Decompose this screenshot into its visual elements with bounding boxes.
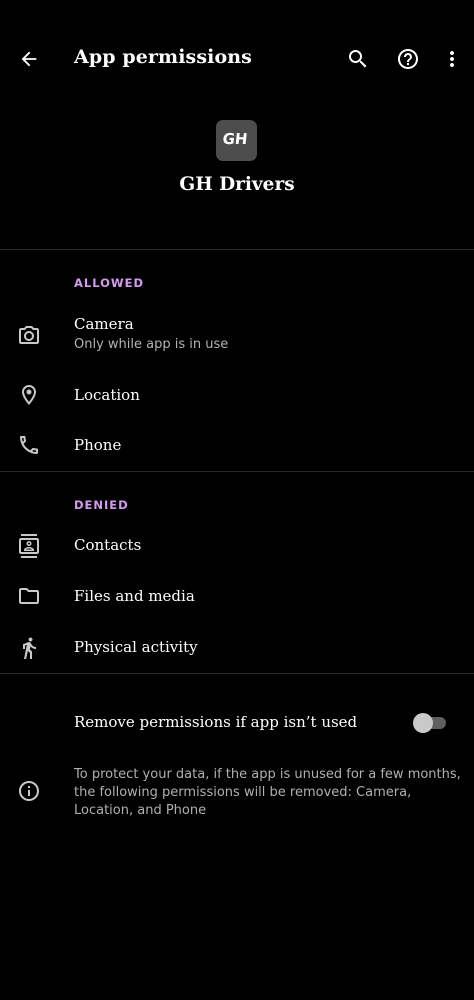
toggle-thumb [413, 713, 433, 733]
permission-title: Phone [74, 436, 122, 454]
remove-permissions-toggle[interactable] [413, 712, 447, 734]
arrow-back-icon[interactable] [13, 43, 45, 75]
permission-title: Location [74, 386, 140, 404]
divider [0, 471, 474, 472]
app-bar: App permissions [0, 0, 474, 120]
location-icon [15, 381, 43, 409]
permission-row-phone[interactable]: Phone [0, 422, 474, 472]
search-icon[interactable] [342, 43, 374, 75]
remove-permissions-label: Remove permissions if app isn’t used [74, 713, 358, 731]
remove-permissions-row[interactable]: Remove permissions if app isn’t used [0, 698, 474, 748]
app-header: GH GH Drivers [0, 118, 474, 248]
permission-title: Files and media [74, 587, 195, 605]
svg-text:GH: GH [222, 130, 248, 148]
app-name: GH Drivers [179, 174, 295, 195]
permission-title: Physical activity [74, 638, 198, 656]
divider [0, 249, 474, 250]
page-title: App permissions [74, 46, 252, 68]
permission-row-contacts[interactable]: Contacts [0, 522, 474, 572]
info-text: To protect your data, if the app is unus… [74, 767, 461, 818]
help-icon[interactable] [392, 43, 424, 75]
permission-row-location[interactable]: Location [0, 372, 474, 422]
permission-title: Contacts [74, 536, 142, 554]
phone-icon [15, 431, 43, 459]
camera-icon [15, 321, 43, 349]
walking-icon [15, 634, 43, 662]
divider [0, 673, 474, 674]
info-icon [15, 777, 43, 805]
permission-row-camera[interactable]: Camera Only while app is in use [0, 310, 474, 366]
permission-row-physical-activity[interactable]: Physical activity [0, 624, 474, 674]
section-header-denied: DENIED [74, 498, 129, 512]
permission-title: Camera [74, 315, 134, 333]
permission-subtitle: Only while app is in use [74, 337, 229, 352]
app-logo: GH [216, 120, 257, 161]
section-header-allowed: ALLOWED [74, 276, 145, 290]
contacts-icon [15, 532, 43, 560]
permission-row-files[interactable]: Files and media [0, 573, 474, 623]
gh-logo-icon: GH [222, 130, 248, 148]
folder-icon [15, 582, 43, 610]
more-vert-icon[interactable] [436, 43, 468, 75]
